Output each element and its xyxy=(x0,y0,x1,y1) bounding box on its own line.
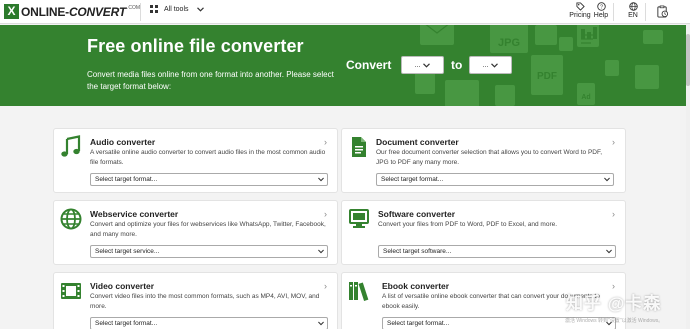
video-target-format-select[interactable]: Select target format... xyxy=(90,317,328,329)
chevron-right-icon: › xyxy=(612,137,615,147)
document-converter-card[interactable]: Document converter › Our free document c… xyxy=(341,128,626,193)
all-tools-label: All tools xyxy=(164,5,189,13)
divider xyxy=(645,3,646,21)
globe-icon xyxy=(628,2,638,11)
chevron-down-icon xyxy=(491,62,499,68)
audio-converter-card[interactable]: Audio converter › A versatile online aud… xyxy=(53,128,338,193)
chevron-down-icon xyxy=(318,177,324,182)
convert-label: Convert xyxy=(346,58,392,72)
ad-label: Ad xyxy=(581,94,590,101)
card-title: Ebook converter xyxy=(382,281,450,291)
site-logo[interactable]: X ONLINE-CONVERT .COM xyxy=(4,3,140,20)
chevron-right-icon: › xyxy=(324,209,327,219)
chevron-down-icon xyxy=(318,321,324,326)
clipboard-clock-icon xyxy=(656,5,668,18)
language-selector[interactable]: EN xyxy=(619,2,647,19)
chevron-right-icon: › xyxy=(324,137,327,147)
to-label: to xyxy=(451,58,463,72)
select-value: Select target format... xyxy=(387,320,450,327)
select-value: Select target service... xyxy=(95,248,160,255)
source-format-select[interactable]: ... xyxy=(401,56,444,74)
card-title: Video converter xyxy=(90,281,155,291)
target-format-select[interactable]: ... xyxy=(469,56,512,74)
divider xyxy=(613,3,614,21)
jpg-label: JPG xyxy=(498,37,520,49)
webservice-converter-card[interactable]: Webservice converter › Convert and optim… xyxy=(53,200,338,265)
target-format-value: ... xyxy=(482,61,489,69)
card-title: Audio converter xyxy=(90,137,156,147)
chevron-right-icon: › xyxy=(612,209,615,219)
top-navigation-bar: X ONLINE-CONVERT .COM All tools Pricing … xyxy=(0,0,690,24)
card-description: Convert your files from PDF to Word, PDF… xyxy=(378,221,558,228)
film-icon xyxy=(61,283,81,299)
chevron-down-icon xyxy=(604,177,610,182)
card-description: Convert and optimize your files for webs… xyxy=(90,221,326,238)
page-scrollbar[interactable] xyxy=(686,24,690,329)
all-tools-menu-button[interactable]: All tools xyxy=(150,5,210,13)
svg-text:?: ? xyxy=(600,4,603,10)
tag-icon xyxy=(575,2,585,11)
music-note-icon xyxy=(61,135,81,157)
select-value: Select target format... xyxy=(381,176,444,183)
chevron-right-icon: › xyxy=(324,281,327,291)
books-icon xyxy=(349,282,369,301)
monitor-icon xyxy=(349,209,369,228)
webservice-target-select[interactable]: Select target service... xyxy=(90,245,328,258)
select-value: Select target format... xyxy=(95,320,158,327)
history-button[interactable] xyxy=(648,5,676,19)
card-description: Convert video files into the most common… xyxy=(90,293,320,310)
video-converter-card[interactable]: Video converter › Convert video files in… xyxy=(53,272,338,329)
hero-title: Free online file converter xyxy=(87,36,304,56)
card-title: Software converter xyxy=(378,209,455,219)
watermark: 知乎 @卡森 xyxy=(566,294,662,313)
chevron-down-icon xyxy=(196,6,204,12)
software-converter-card[interactable]: Software converter › Convert your files … xyxy=(341,200,626,265)
help-button[interactable]: ? Help xyxy=(587,2,615,19)
document-icon xyxy=(352,137,366,157)
card-title: Document converter xyxy=(376,137,459,147)
source-format-value: ... xyxy=(414,61,421,69)
globe-icon xyxy=(60,208,82,230)
hero-subtitle: Convert media files online from one form… xyxy=(87,70,334,91)
chevron-down-icon xyxy=(318,249,324,254)
document-target-format-select[interactable]: Select target format... xyxy=(376,173,614,186)
activation-notice: 激活 Windows 转到"设置"以激活 Windows。 xyxy=(565,318,664,324)
select-value: Select target format... xyxy=(95,176,158,183)
language-label: EN xyxy=(628,12,638,19)
logo-domain-suffix: .COM xyxy=(127,5,141,11)
chevron-down-icon xyxy=(606,249,612,254)
card-description: A versatile online audio converter to co… xyxy=(90,149,326,166)
audio-target-format-select[interactable]: Select target format... xyxy=(90,173,328,186)
hero-banner: Free online file converter Convert media… xyxy=(0,25,686,106)
help-circle-icon: ? xyxy=(596,2,606,11)
select-value: Select target software... xyxy=(383,248,452,255)
software-target-select[interactable]: Select target software... xyxy=(378,245,616,258)
card-description: Our free document converter selection th… xyxy=(376,149,603,166)
logo-mark: X xyxy=(4,4,19,19)
scrollbar-thumb[interactable] xyxy=(686,34,690,86)
chevron-down-icon xyxy=(423,62,431,68)
help-label: Help xyxy=(593,12,609,19)
grid-icon xyxy=(150,5,158,13)
card-title: Webservice converter xyxy=(90,209,179,219)
pdf-label: PDF xyxy=(537,71,557,82)
divider xyxy=(140,3,141,21)
logo-text: ONLINE-CONVERT xyxy=(21,4,126,19)
